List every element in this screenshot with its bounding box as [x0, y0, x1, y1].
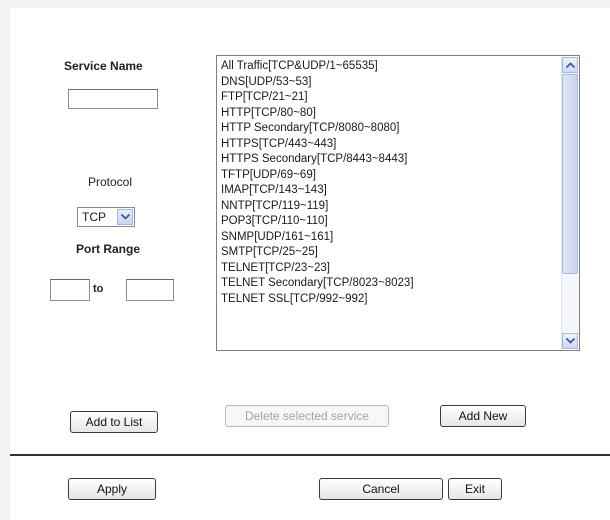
service-name-input[interactable] [68, 89, 158, 109]
add-new-button[interactable]: Add New [440, 405, 526, 427]
list-item[interactable]: SNMP[UDP/161~161] [221, 230, 557, 246]
list-item[interactable]: IMAP[TCP/143~143] [221, 183, 557, 199]
chevron-down-icon[interactable] [562, 333, 578, 349]
service-listbox[interactable]: All Traffic[TCP&UDP/1~65535] DNS[UDP/53~5… [216, 55, 580, 351]
list-item[interactable]: SMTP[TCP/25~25] [221, 245, 557, 261]
list-item[interactable]: TELNET SSL[TCP/992~992] [221, 292, 557, 308]
list-item[interactable]: HTTP[TCP/80~80] [221, 106, 557, 122]
service-name-label: Service Name [64, 59, 143, 73]
port-to-input[interactable] [126, 279, 174, 301]
chevron-down-icon[interactable] [117, 209, 133, 225]
list-item[interactable]: HTTP Secondary[TCP/8080~8080] [221, 121, 557, 137]
service-management-panel: Service Name Protocol TCP Port Range to … [10, 8, 610, 520]
cancel-button[interactable]: Cancel [319, 478, 443, 500]
list-item[interactable]: POP3[TCP/110~110] [221, 214, 557, 230]
list-item[interactable]: TELNET Secondary[TCP/8023~8023] [221, 276, 557, 292]
divider [10, 454, 610, 456]
list-item[interactable]: All Traffic[TCP&UDP/1~65535] [221, 59, 557, 75]
listbox-scrollbar[interactable] [561, 57, 578, 349]
protocol-selected-value: TCP [82, 210, 106, 224]
protocol-select[interactable]: TCP [77, 207, 135, 227]
list-item[interactable]: NNTP[TCP/119~119] [221, 199, 557, 215]
list-item[interactable]: HTTPS[TCP/443~443] [221, 137, 557, 153]
list-item[interactable]: TELNET[TCP/23~23] [221, 261, 557, 277]
list-item[interactable]: TFTP[UDP/69~69] [221, 168, 557, 184]
chevron-up-icon[interactable] [562, 57, 578, 73]
exit-button[interactable]: Exit [448, 478, 502, 500]
apply-button[interactable]: Apply [68, 478, 156, 500]
list-item[interactable]: DNS[UDP/53~53] [221, 75, 557, 91]
port-range-label: Port Range [76, 242, 141, 256]
service-list: All Traffic[TCP&UDP/1~65535] DNS[UDP/53~5… [217, 56, 561, 350]
scrollbar-thumb[interactable] [562, 74, 578, 274]
list-item[interactable]: HTTPS Secondary[TCP/8443~8443] [221, 152, 557, 168]
list-item[interactable]: FTP[TCP/21~21] [221, 90, 557, 106]
delete-selected-service-button[interactable]: Delete selected service [225, 405, 389, 427]
add-to-list-button[interactable]: Add to List [70, 411, 158, 433]
port-from-input[interactable] [50, 279, 90, 301]
protocol-label: Protocol [88, 175, 133, 189]
port-to-label: to [93, 283, 104, 295]
